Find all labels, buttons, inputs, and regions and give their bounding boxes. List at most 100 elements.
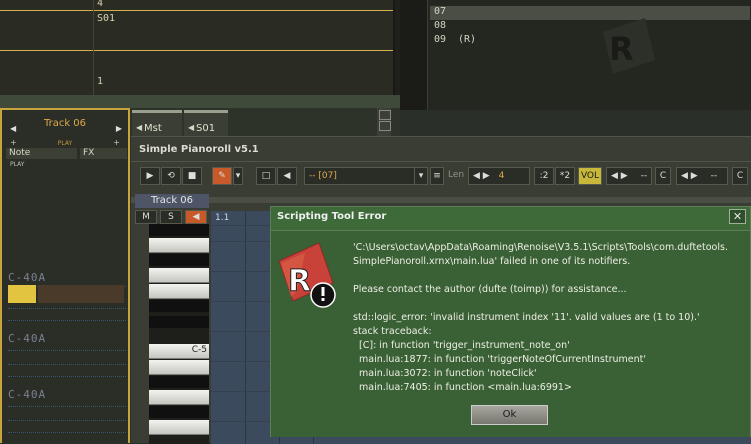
black-key[interactable]: [149, 376, 209, 388]
empty-row: [8, 350, 126, 359]
step-indicator-strip: [131, 197, 751, 203]
pattern-cells[interactable]: C-40A C-40A C-40A: [8, 272, 126, 442]
error-message: std::logic_error: 'invalid instrument in…: [353, 312, 700, 323]
empty-row: [8, 432, 126, 441]
scripting-error-dialog[interactable]: Scripting Tool Error ✕ R 'C:\Users\octav…: [270, 206, 751, 437]
traceback-line: [C]: in function 'trigger_instrument_not…: [353, 340, 570, 351]
scroll-down-icon[interactable]: [379, 121, 391, 131]
play-button[interactable]: ▶: [140, 167, 160, 185]
cursor-highlight: [8, 285, 36, 303]
grid-line: [245, 211, 246, 444]
pianoroll-toolbar: ▶ ⟲ ■ ✎ ▾ □ ◀ -- [07] ▾ ≡ Len ◀ ▶ 4 :2 *…: [136, 167, 751, 187]
scroll-up-icon[interactable]: [379, 110, 391, 120]
len-stepper[interactable]: ◀ ▶ 4: [468, 167, 530, 185]
sequence-row[interactable]: 08: [430, 20, 750, 34]
divider: [131, 161, 751, 162]
pattern-row-line: [0, 50, 393, 51]
track-label: S01: [196, 123, 216, 134]
pattern-sequence-label: S01: [97, 13, 116, 24]
empty-row: [8, 308, 126, 317]
note-column-header[interactable]: Note: [6, 148, 77, 159]
play-label: PLAY: [57, 140, 73, 147]
vol-stepper[interactable]: ◀ ▶ --: [606, 167, 652, 185]
bar-label: 1.1: [215, 213, 230, 223]
track-header-s01[interactable]: S01 ◀: [184, 110, 228, 139]
menu-icon[interactable]: ≡: [430, 167, 444, 185]
row-highlight: [38, 285, 124, 303]
white-key-c5[interactable]: C-5: [149, 344, 209, 359]
collapse-icon[interactable]: ◀: [188, 123, 194, 132]
traceback-line: main.lua:7405: in function <main.lua:699…: [353, 382, 572, 393]
pattern-sequencer[interactable]: 07 08 09 (R): [427, 0, 751, 110]
mute-button[interactable]: M: [135, 210, 157, 224]
pattern-number: 1: [97, 76, 104, 87]
error-path-line: SimplePianoroll.xrnx\main.lua' failed in…: [353, 256, 631, 267]
black-key[interactable]: [149, 224, 209, 236]
track-header-mst[interactable]: Mst ◀: [132, 110, 182, 139]
white-key[interactable]: [149, 268, 209, 283]
window-title: Simple Pianoroll v5.1: [139, 144, 259, 155]
black-key[interactable]: [149, 300, 209, 312]
track-label: Mst: [144, 123, 162, 134]
mute-solo-controls: M S ◀: [135, 210, 209, 224]
pattern-select[interactable]: -- [07]: [304, 167, 428, 185]
audition-button[interactable]: ◀: [277, 167, 297, 185]
pan-stepper[interactable]: ◀ ▶ --: [676, 167, 728, 185]
c-button[interactable]: C: [655, 167, 671, 185]
white-key[interactable]: [149, 420, 209, 435]
track-name: Track 06: [135, 194, 209, 208]
pattern-divider: [93, 0, 94, 95]
error-path-line: 'C:\Users\octav\AppData\Roaming\Renoise\…: [353, 242, 728, 253]
c-button[interactable]: C: [732, 167, 748, 185]
len-label: Len: [448, 170, 465, 180]
fx-column-header[interactable]: FX: [80, 148, 127, 159]
sequence-row[interactable]: 07: [430, 6, 750, 20]
dialog-body: R 'C:\Users\octav\AppData\Roaming\Renois…: [271, 230, 750, 437]
traceback-line: main.lua:1877: in function 'triggerNoteO…: [353, 354, 646, 365]
empty-row: [8, 406, 126, 415]
close-button[interactable]: ✕: [729, 209, 746, 224]
chevron-down-icon[interactable]: ▾: [414, 167, 428, 185]
len-mul2-button[interactable]: *2: [555, 167, 575, 185]
black-key[interactable]: [149, 316, 209, 328]
stop-button[interactable]: ■: [182, 167, 202, 185]
pattern-number: 4: [97, 0, 104, 9]
sequence-row[interactable]: 09 (R): [430, 34, 750, 48]
note-cell[interactable]: C-40A: [8, 389, 126, 401]
play-small-label: PLAY: [10, 161, 25, 168]
vol-button[interactable]: VOL: [578, 167, 602, 185]
select-tool-button[interactable]: □: [256, 167, 276, 185]
white-key[interactable]: [149, 390, 209, 405]
contact-message: Please contact the author (dufte (toimp)…: [353, 284, 627, 295]
note-cell[interactable]: C-40A: [8, 333, 126, 345]
white-key[interactable]: [149, 360, 209, 375]
track-column[interactable]: ◀ ▶ Track 06 + + PLAY Note FX PLAY C-40A…: [0, 108, 130, 443]
collapse-icon[interactable]: ◀: [136, 123, 142, 132]
piano-keys[interactable]: C-5: [149, 224, 209, 444]
speaker-icon[interactable]: ◀: [185, 210, 207, 224]
empty-row: [8, 420, 126, 429]
black-key[interactable]: [149, 406, 209, 418]
dialog-title: Scripting Tool Error: [277, 211, 387, 222]
note-cell[interactable]: C-40A: [8, 272, 126, 284]
black-key[interactable]: [149, 254, 209, 266]
loop-button[interactable]: ⟲: [161, 167, 181, 185]
pattern-editor[interactable]: 4 S01 1: [0, 0, 395, 95]
white-key[interactable]: [149, 284, 209, 299]
white-key[interactable]: [149, 238, 209, 253]
solo-button[interactable]: S: [160, 210, 182, 224]
scroll-controls[interactable]: [377, 108, 391, 138]
column-headers: Note FX: [6, 148, 127, 160]
traceback-line: main.lua:3072: in function 'noteClick': [353, 368, 537, 379]
len-div2-button[interactable]: :2: [534, 167, 554, 185]
empty-row: [8, 320, 126, 329]
ok-button[interactable]: Ok: [471, 405, 548, 425]
svg-text:R: R: [609, 30, 634, 68]
tool-dropdown-icon[interactable]: ▾: [233, 167, 243, 185]
empty-row: [8, 376, 126, 385]
svg-text:R: R: [288, 264, 311, 299]
pen-tool-button[interactable]: ✎: [212, 167, 232, 185]
renoise-logo-watermark: R: [595, 10, 661, 80]
empty-row: [8, 364, 126, 373]
track-title: Track 06: [43, 118, 87, 129]
